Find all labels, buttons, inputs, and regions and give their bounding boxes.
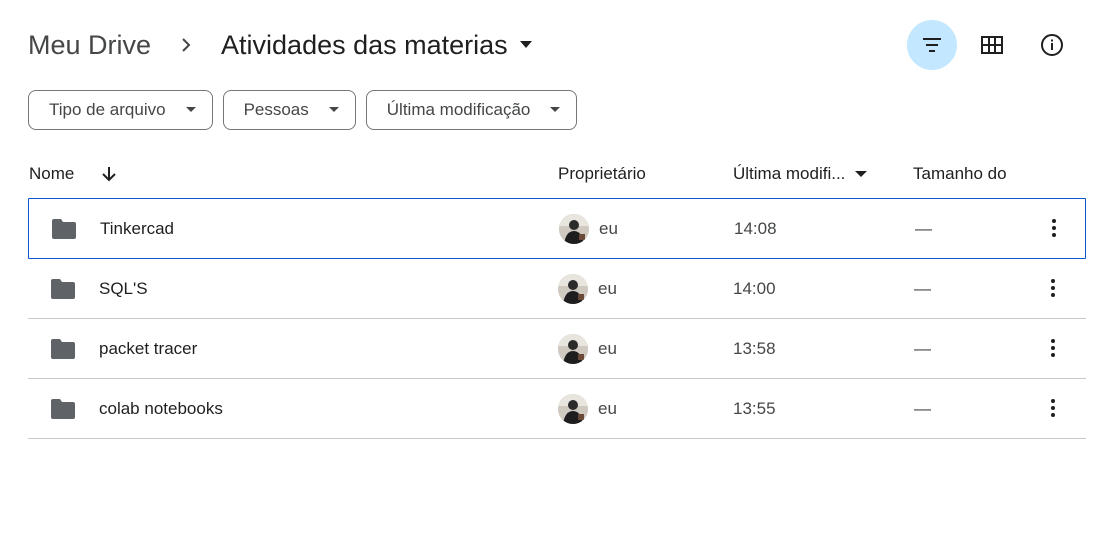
breadcrumb-root[interactable]: Meu Drive (28, 30, 151, 61)
file-name: SQL'S (99, 278, 148, 298)
file-name: Tinkercad (100, 218, 175, 238)
more-vert-icon (1051, 279, 1055, 297)
file-size: — (914, 398, 931, 418)
filter-button[interactable] (907, 20, 957, 70)
breadcrumb: Meu Drive Atividades das materias (28, 24, 532, 66)
column-last-modified-label: Última modifi... (733, 164, 846, 183)
filter-icon (923, 38, 941, 52)
caret-down-icon (519, 41, 532, 48)
owner-name: eu (598, 338, 617, 358)
arrow-down-icon[interactable] (100, 165, 118, 183)
caret-down-icon (855, 170, 868, 177)
filter-chip-label: Pessoas (243, 100, 309, 119)
drive-folder-view: Meu Drive Atividades das materias Tipo d… (0, 0, 1103, 558)
caret-down-icon (328, 107, 339, 112)
more-actions-button[interactable] (1038, 393, 1068, 423)
breadcrumb-current-folder[interactable]: Atividades das materias (221, 30, 532, 61)
column-name-label: Nome (29, 164, 75, 183)
filter-chip-label: Última modificação (386, 100, 531, 119)
filter-chip-last-modified[interactable]: Última modificação (365, 90, 578, 130)
more-vert-icon (1051, 399, 1055, 417)
filter-chips: Tipo de arquivo Pessoas Última modificaç… (28, 90, 578, 130)
file-size: — (915, 218, 932, 238)
folder-icon (51, 399, 75, 419)
avatar (558, 394, 588, 424)
avatar (558, 334, 588, 364)
modified-time: 14:00 (733, 278, 776, 298)
more-vert-icon (1052, 219, 1056, 237)
column-size[interactable]: Tamanho do (913, 164, 1007, 184)
caret-down-icon (185, 107, 196, 112)
modified-time: 14:08 (734, 218, 777, 238)
more-actions-button[interactable] (1039, 213, 1069, 243)
folder-icon (51, 279, 75, 299)
info-button[interactable] (1027, 20, 1077, 70)
filter-chip-file-type[interactable]: Tipo de arquivo (28, 90, 213, 130)
owner-name: eu (598, 398, 617, 418)
file-name: colab notebooks (99, 398, 223, 418)
filter-chip-people[interactable]: Pessoas (222, 90, 356, 130)
modified-time: 13:58 (733, 338, 776, 358)
header-actions (907, 20, 1077, 70)
caret-down-icon (550, 107, 561, 112)
info-icon (1041, 34, 1063, 56)
more-actions-button[interactable] (1038, 273, 1068, 303)
table-row[interactable]: SQL'S eu 14:00 — (28, 259, 1086, 319)
table-header: Nome Proprietário Última modifi... Taman… (28, 150, 1086, 198)
avatar (559, 214, 589, 244)
folder-icon (52, 219, 76, 239)
file-size: — (914, 278, 931, 298)
owner-name: eu (599, 218, 618, 238)
more-vert-icon (1051, 339, 1055, 357)
table-row[interactable]: Tinkercad eu 14:08 — (28, 198, 1086, 259)
column-name[interactable]: Nome (29, 164, 118, 184)
column-last-modified[interactable]: Última modifi... (733, 164, 868, 184)
chevron-right-icon (181, 38, 195, 52)
grid-view-icon (981, 36, 1003, 54)
avatar (558, 274, 588, 304)
more-actions-button[interactable] (1038, 333, 1068, 363)
folder-icon (51, 339, 75, 359)
filter-chip-label: Tipo de arquivo (49, 100, 166, 119)
file-name: packet tracer (99, 338, 198, 358)
table-row[interactable]: packet tracer eu 13:58 — (28, 319, 1086, 379)
owner-name: eu (598, 278, 617, 298)
file-list: Tinkercad eu 14:08 — SQL'S eu 14:00 — pa… (28, 198, 1086, 439)
page-title: Atividades das materias (221, 29, 508, 60)
modified-time: 13:55 (733, 398, 776, 418)
table-row[interactable]: colab notebooks eu 13:55 — (28, 379, 1086, 439)
column-owner[interactable]: Proprietário (558, 164, 646, 184)
file-size: — (914, 338, 931, 358)
grid-view-button[interactable] (967, 20, 1017, 70)
